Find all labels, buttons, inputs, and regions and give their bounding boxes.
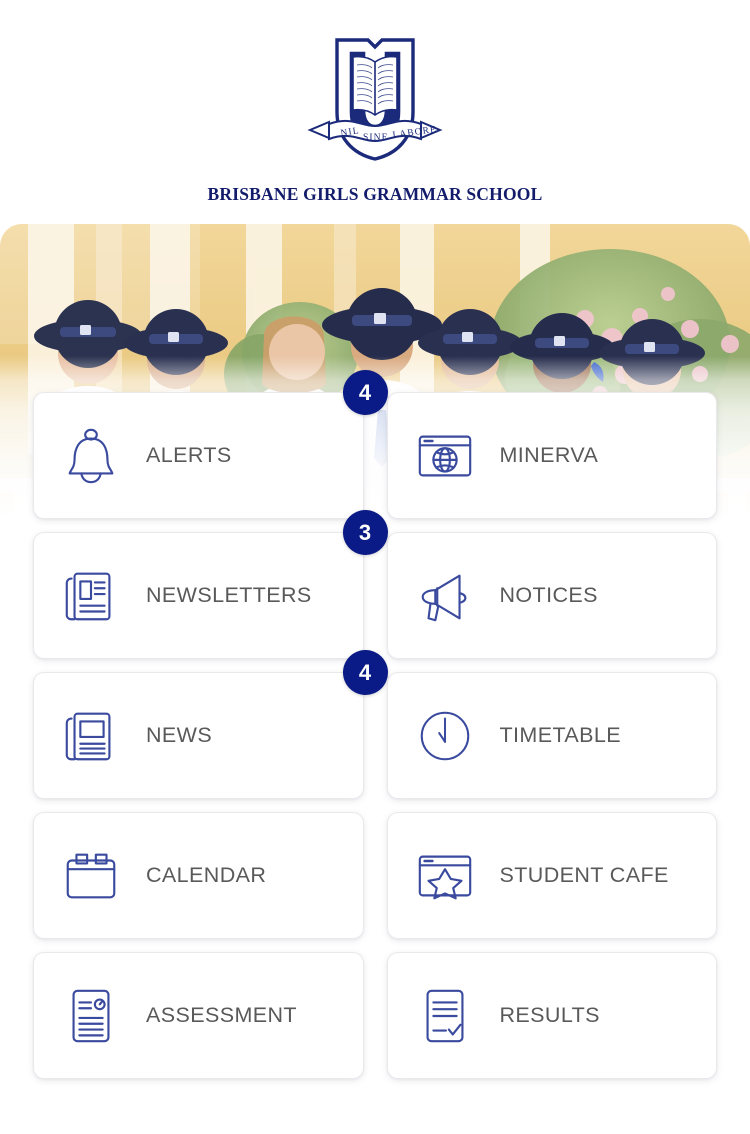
tile-timetable[interactable]: TIMETABLE [386,672,717,799]
tile-notices[interactable]: NOTICES [386,532,717,659]
tile-wrap-results: RESULTS [386,952,717,1079]
tile-label-minerva: MINERVA [499,443,599,467]
tile-label-notices: NOTICES [499,583,598,607]
tile-label-news: NEWS [146,723,213,747]
tile-wrap-notices: NOTICES [386,532,717,659]
tile-calendar[interactable]: CALENDAR [33,812,364,939]
clock-icon [412,703,478,769]
page-header: NIL SINE LABORE BRISBANE GIRLS GRAMMAR S… [0,0,750,205]
badge-newsletters: 3 [342,510,388,555]
tile-student-cafe[interactable]: STUDENT CAFE [386,812,717,939]
tile-label-timetable: TIMETABLE [499,723,621,747]
svg-text:SINE: SINE [363,133,389,143]
tile-wrap-assessment: ASSESSMENT [33,952,364,1079]
tile-assessment[interactable]: ASSESSMENT [33,952,364,1079]
tile-label-assessment: ASSESSMENT [146,1003,297,1027]
newspaper-icon [58,703,124,769]
browser-globe-icon [412,423,478,489]
megaphone-icon [412,563,478,629]
tile-wrap-news: NEWS 4 [33,650,388,799]
tile-label-results: RESULTS [499,1003,600,1027]
tile-wrap-calendar: CALENDAR [33,812,364,939]
tile-wrap-timetable: TIMETABLE [386,672,717,799]
badge-news: 4 [342,650,388,695]
app-root: NIL SINE LABORE BRISBANE GIRLS GRAMMAR S… [0,0,750,1134]
browser-star-icon [412,843,478,909]
menu-tile-grid: ALERTS 4 MINERVA NEWSLETTERS 3 NOTICES N… [0,370,750,1079]
newspaper-stack-icon [58,563,124,629]
tile-wrap-alerts: ALERTS 4 [33,370,388,519]
tile-label-calendar: CALENDAR [146,863,267,887]
tile-wrap-newsletters: NEWSLETTERS 3 [33,510,388,659]
calendar-icon [58,843,124,909]
school-name: BRISBANE GIRLS GRAMMAR SCHOOL [207,184,543,204]
tile-label-student-cafe: STUDENT CAFE [499,863,669,887]
tile-label-alerts: ALERTS [146,443,232,467]
document-check-icon [412,983,478,1049]
document-clock-icon [58,983,124,1049]
tile-newsletters[interactable]: NEWSLETTERS [33,532,364,659]
tile-results[interactable]: RESULTS [386,952,717,1079]
tile-label-newsletters: NEWSLETTERS [146,583,312,607]
badge-alerts: 4 [342,370,388,415]
tile-alerts[interactable]: ALERTS [33,392,364,519]
school-crest-icon: NIL SINE LABORE [275,26,475,176]
bell-icon [58,423,124,489]
tile-minerva[interactable]: MINERVA [386,392,717,519]
tile-wrap-student-cafe: STUDENT CAFE [386,812,717,939]
tile-news[interactable]: NEWS [33,672,364,799]
tile-wrap-minerva: MINERVA [386,392,717,519]
